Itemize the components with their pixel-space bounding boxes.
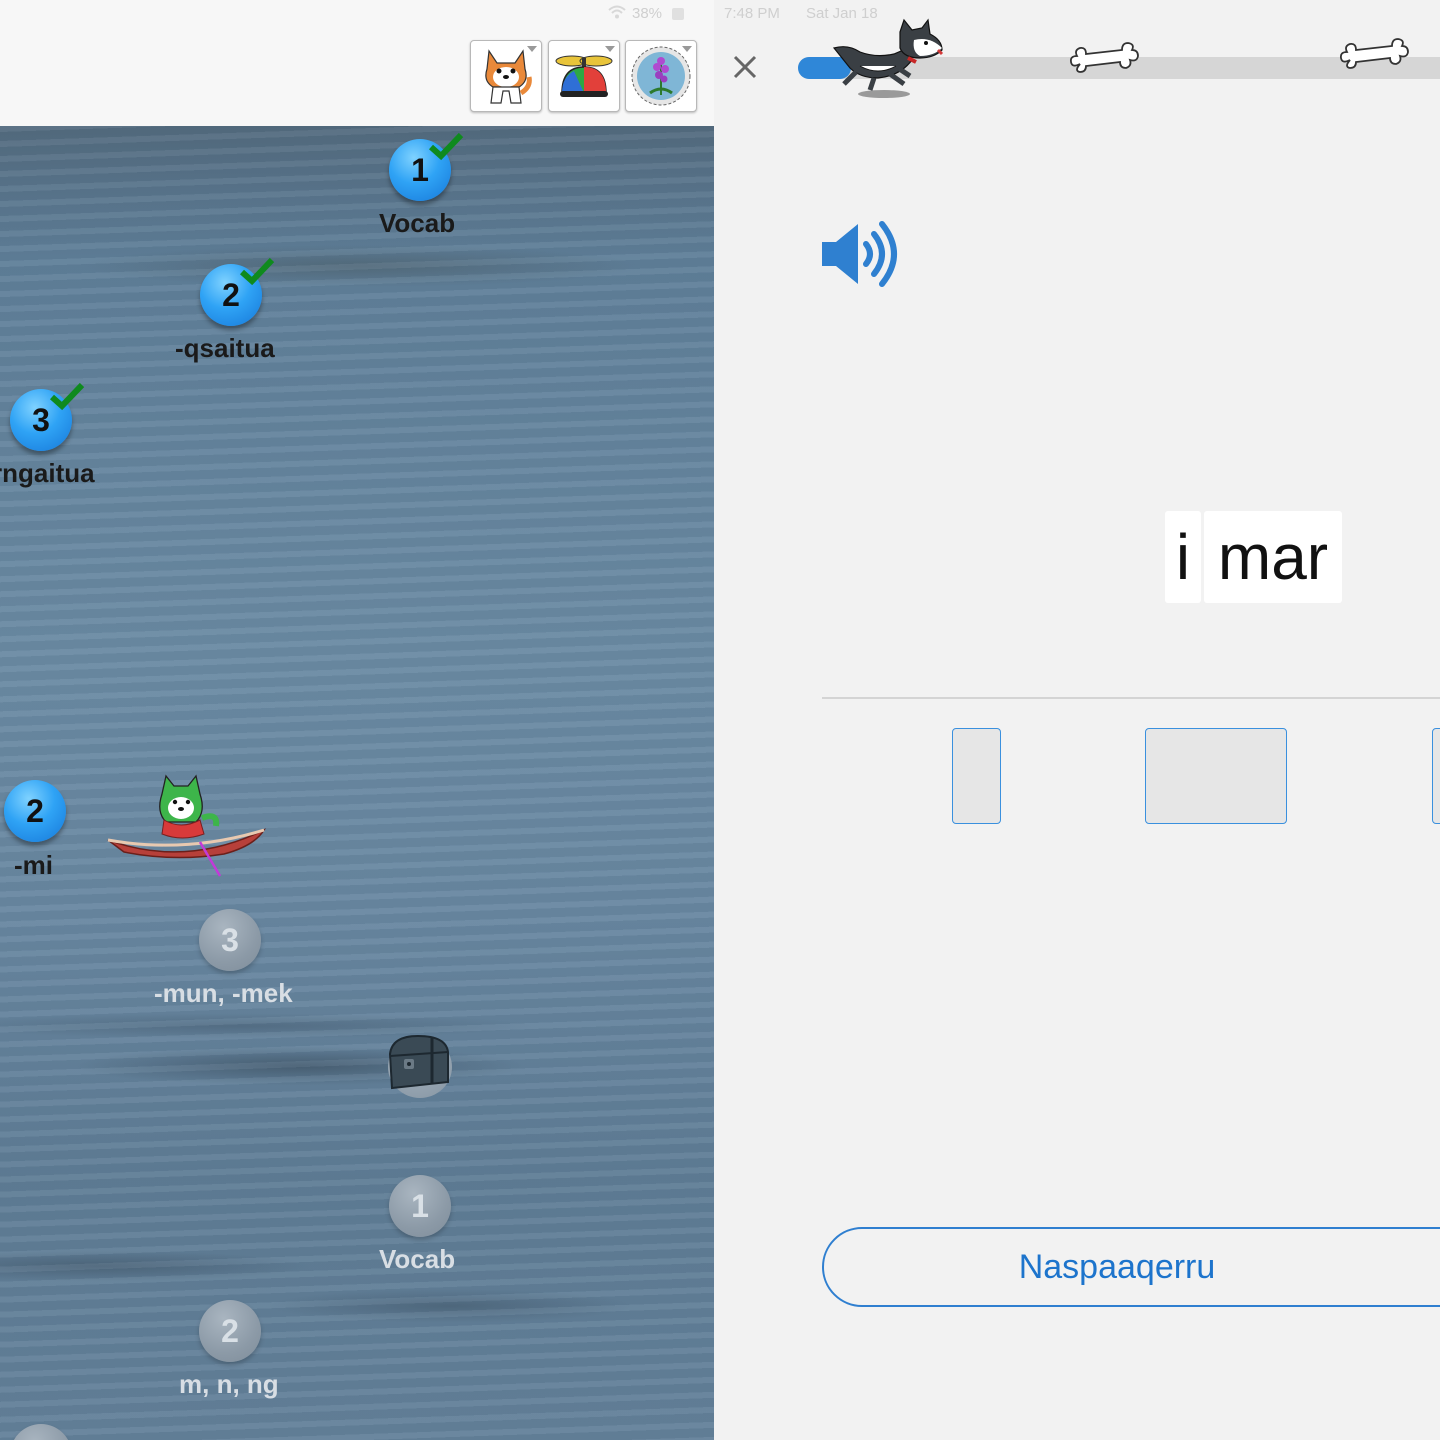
battery-percent: 38% [632, 5, 663, 22]
answer-tile[interactable]: i [1165, 511, 1201, 603]
avatar-button-dog[interactable] [470, 40, 542, 112]
running-husky-icon [832, 18, 944, 98]
check-answer-label: Naspaaqerru [1018, 1247, 1216, 1286]
node-number: 1 [411, 151, 429, 188]
tile-text: i [1175, 521, 1191, 593]
node-number: 3 [32, 401, 50, 438]
node-label: Vocab [379, 208, 456, 238]
lesson-pane: 7:48 PM Sat Jan 18 i mar Naspaaqerru [714, 0, 1440, 1440]
bone-icon [1339, 38, 1409, 69]
skill-node-vocab-2[interactable]: 1 [389, 1175, 451, 1237]
skill-node-m-n-ng[interactable]: 2 [199, 1300, 261, 1362]
word-bank-slot[interactable] [1432, 728, 1440, 824]
checkmark-icon [49, 382, 85, 411]
husky-in-kayak-icon [107, 774, 267, 877]
node-number: 2 [222, 276, 240, 313]
treasure-chest-icon [388, 1034, 449, 1090]
checkmark-icon [239, 257, 275, 286]
node-label: rngaitua [0, 458, 95, 488]
node-number: 3 [221, 921, 239, 958]
speaker-icon[interactable] [820, 218, 904, 292]
tile-text: mar [1217, 521, 1329, 593]
bone-icon [1069, 42, 1139, 73]
word-bank-slot[interactable] [1145, 728, 1287, 824]
avatar-button-hat[interactable] [548, 40, 620, 112]
node-number: 2 [26, 792, 44, 829]
propeller-hat-icon [555, 55, 613, 97]
fireweed-badge-icon [631, 46, 691, 106]
word-bank-slot[interactable] [952, 728, 1001, 824]
skill-map-pane: 38% 1 Vocab 2 -qsaitua 3 rngaitua 2 -mi … [0, 0, 714, 1440]
skill-node-mun-mek[interactable]: 3 [199, 909, 261, 971]
node-label: Vocab [379, 1244, 456, 1274]
shiba-dog-icon [485, 49, 532, 104]
answer-tile[interactable]: mar [1204, 511, 1342, 603]
battery-icon [672, 8, 684, 20]
node-number: 2 [221, 1312, 239, 1349]
node-label: -mi [14, 850, 53, 880]
wifi-icon [608, 5, 626, 23]
status-time: 7:48 PM [724, 5, 780, 22]
node-number: 1 [411, 1187, 429, 1224]
node-label: -mun, -mek [154, 978, 293, 1008]
chest-node[interactable] [388, 1034, 452, 1098]
node-label: -qsaitua [175, 333, 275, 363]
node-label: m, n, ng [179, 1369, 279, 1399]
close-icon[interactable] [732, 54, 758, 80]
avatar-button-badge[interactable] [625, 40, 697, 112]
check-answer-button[interactable]: Naspaaqerru [822, 1227, 1440, 1307]
checkmark-icon [428, 132, 464, 161]
skill-node-mi[interactable]: 2 [4, 780, 66, 842]
answer-divider [822, 697, 1440, 699]
